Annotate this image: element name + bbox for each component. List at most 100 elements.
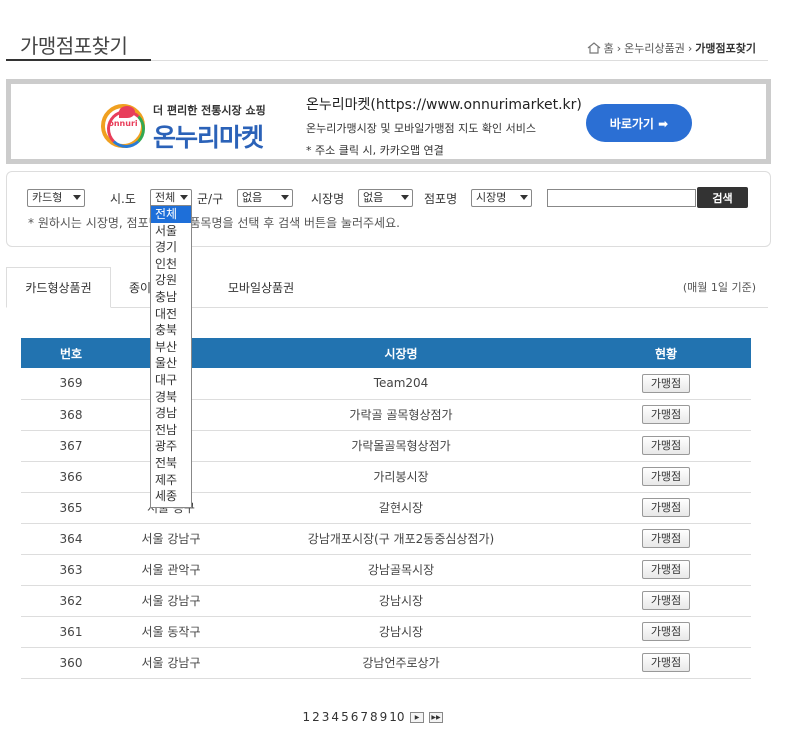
row-region: 서울 강남구 (121, 523, 221, 555)
chevron-right-icon: › (687, 41, 693, 55)
row-market-name: 강남개포시장(구 개포2동중심상점가) (221, 523, 581, 555)
store-label: 점포명 (424, 192, 458, 206)
row-number: 363 (21, 554, 121, 586)
logo-badge: onnuri (101, 104, 145, 148)
page-title: 가맹점포찾기 (20, 34, 128, 58)
row-number: 364 (21, 523, 121, 555)
next-page-icon[interactable]: ▶ (410, 711, 425, 723)
sido-option[interactable]: 경기 (151, 239, 191, 256)
row-number: 368 (21, 399, 121, 431)
table-row: 366서울 구가리봉시장가맹점 (21, 461, 751, 493)
sido-option[interactable]: 전북 (151, 455, 191, 472)
table-row: 364 서울 강남구 강남개포시장(구 개포2동중심상점가) 가맹점 (21, 523, 751, 555)
breadcrumb-current: 가맹점포찾기 (695, 42, 756, 55)
tab-mobile[interactable]: 모바일상품권 (206, 267, 316, 308)
row-region: 서울 강남구 (121, 647, 221, 679)
sido-option[interactable]: 광주 (151, 438, 191, 455)
row-region: 서울 강남구 (121, 585, 221, 617)
store-list-button[interactable]: 가맹점 (642, 653, 690, 672)
sido-option[interactable]: 울산 (151, 355, 191, 372)
store-list-button[interactable]: 가맹점 (642, 467, 690, 486)
chevron-down-icon (281, 195, 289, 200)
breadcrumb-onnuri[interactable]: 온누리상품권 (624, 40, 685, 56)
store-list-button[interactable]: 가맹점 (642, 436, 690, 455)
store-list-button[interactable]: 가맹점 (642, 373, 690, 393)
row-market-name: 가락골 골목형상점가 (221, 399, 581, 431)
table-row: 368서울 구가락골 골목형상점가가맹점 (21, 399, 751, 431)
tabs-divider (6, 307, 768, 308)
store-list-button[interactable]: 가맹점 (642, 622, 690, 641)
sido-option[interactable]: 전체 (151, 206, 191, 223)
logo-tagline: 더 편리한 전통시장 쇼핑 (153, 104, 266, 117)
store-list-button[interactable]: 가맹점 (642, 498, 690, 517)
col-number: 번호 (21, 338, 121, 368)
page-link[interactable]: 10 (389, 710, 405, 724)
table-row: 360 서울 강남구 강남언주로상가 가맹점 (21, 647, 751, 679)
row-market-name: 갈현시장 (221, 492, 581, 524)
chevron-down-icon (73, 195, 81, 200)
store-list-button[interactable]: 가맹점 (642, 405, 690, 424)
sido-option[interactable]: 강원 (151, 272, 191, 289)
row-number: 369 (21, 368, 121, 400)
page-link[interactable]: 1 (302, 710, 311, 724)
keyword-input[interactable] (547, 189, 696, 207)
row-market-name: 강남시장 (221, 585, 581, 617)
store-list-button[interactable]: 가맹점 (642, 560, 690, 579)
breadcrumb-home[interactable]: 홈 (604, 40, 614, 56)
banner-description: 온누리가맹시장 및 모바일가맹점 지도 확인 서비스 (306, 122, 537, 135)
page-link[interactable]: 6 (350, 710, 359, 724)
sido-option[interactable]: 충북 (151, 322, 191, 339)
home-icon[interactable] (587, 42, 601, 54)
tab-card[interactable]: 카드형상품권 (6, 267, 111, 308)
breadcrumb: 홈 › 온누리상품권 › 가맹점포찾기 (587, 40, 756, 56)
page-link[interactable]: 8 (369, 710, 378, 724)
sido-option[interactable]: 경남 (151, 405, 191, 422)
market-select[interactable]: 없음 (358, 189, 413, 207)
sido-option[interactable]: 대구 (151, 372, 191, 389)
page-link[interactable]: 9 (379, 710, 388, 724)
row-region: 서울 관악구 (121, 554, 221, 586)
table-row: 365 서울 동구 갈현시장 가맹점 (21, 492, 751, 524)
row-market-name: 강남언주로상가 (221, 647, 581, 679)
page-link[interactable]: 2 (312, 710, 321, 724)
row-number: 365 (21, 492, 121, 524)
sido-dropdown[interactable]: 전체 서울 경기 인천 강원 충남 대전 충북 부산 울산 대구 경북 경남 전… (150, 205, 192, 508)
col-status: 현황 (581, 338, 751, 368)
sido-option[interactable]: 전남 (151, 422, 191, 439)
table-row: 361 서울 동작구 강남시장 가맹점 (21, 616, 751, 648)
sido-label: 시.도 (110, 192, 136, 206)
card-type-select[interactable]: 카드형 (27, 189, 85, 207)
onnuri-market-logo: onnuri 더 편리한 전통시장 쇼핑 온누리마켓 (101, 96, 291, 152)
col-market-name: 시장명 (221, 338, 581, 368)
voucher-tabs: 카드형상품권 종이상품권 모바일상품권 (6, 267, 768, 308)
market-label: 시장명 (311, 192, 345, 206)
search-panel (6, 171, 771, 247)
last-page-icon[interactable]: ▶▶ (429, 711, 444, 723)
store-list-button[interactable]: 가맹점 (642, 529, 690, 548)
store-list-button[interactable]: 가맹점 (642, 591, 690, 610)
table-row: 369서울Team204가맹점 (21, 368, 751, 400)
banner-url: 온누리마켓(https://www.onnurimarket.kr) (306, 97, 582, 113)
sido-option[interactable]: 대전 (151, 306, 191, 323)
page-link[interactable]: 5 (341, 710, 350, 724)
search-button[interactable]: 검색 (697, 187, 748, 208)
sido-option[interactable]: 경북 (151, 389, 191, 406)
page-link[interactable]: 4 (331, 710, 340, 724)
sido-option[interactable]: 서울 (151, 223, 191, 240)
chevron-right-icon: › (616, 41, 622, 55)
page-link[interactable]: 7 (360, 710, 369, 724)
onnuri-market-banner[interactable]: onnuri 더 편리한 전통시장 쇼핑 온누리마켓 온누리마켓(https:/… (6, 79, 771, 164)
gungu-select[interactable]: 없음 (237, 189, 293, 207)
row-market-name: 가락몰골목형상점가 (221, 430, 581, 462)
sido-option[interactable]: 충남 (151, 289, 191, 306)
sido-option[interactable]: 세종 (151, 488, 191, 505)
market-table: 번호 지역 시장명 현황 369서울Team204가맹점 368서울 구가락골 … (21, 338, 751, 679)
sido-option[interactable]: 부산 (151, 339, 191, 356)
go-button[interactable]: 바로가기 ➡ (586, 104, 692, 142)
logo-wordmark: 온누리마켓 (153, 123, 264, 152)
store-select[interactable]: 시장명 (471, 189, 532, 207)
page-link[interactable]: 3 (321, 710, 330, 724)
sido-option[interactable]: 인천 (151, 256, 191, 273)
sido-option[interactable]: 제주 (151, 472, 191, 489)
row-number: 362 (21, 585, 121, 617)
